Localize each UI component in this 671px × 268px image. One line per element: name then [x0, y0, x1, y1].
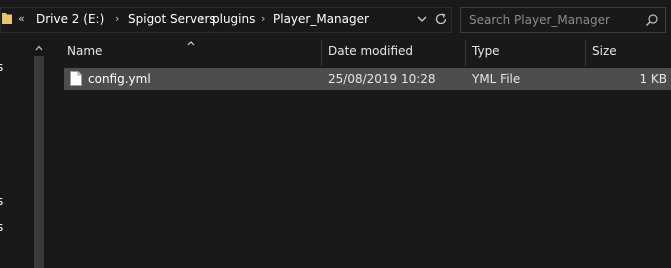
navigation-scrollbar[interactable] — [31, 40, 47, 268]
breadcrumb-player-manager[interactable]: Player_Manager — [273, 11, 369, 27]
search-box[interactable]: Search Player_Manager — [460, 7, 666, 33]
file-type: YML File — [472, 72, 521, 86]
refresh-icon[interactable] — [433, 11, 449, 27]
column-divider[interactable] — [321, 40, 322, 66]
search-icon — [646, 14, 658, 26]
breadcrumb-separator-icon[interactable]: › — [200, 11, 204, 27]
breadcrumb-drive[interactable]: Drive 2 (E:) — [36, 11, 104, 27]
nav-item-label[interactable]: s — [0, 220, 3, 234]
scrollbar-thumb[interactable] — [34, 56, 44, 268]
column-header-name[interactable]: Name — [67, 43, 102, 59]
nav-item-label[interactable]: s — [0, 60, 3, 74]
file-row-selected[interactable]: config.yml 25/08/2019 10:28 YML File 1 K… — [64, 68, 671, 90]
file-name[interactable]: config.yml — [88, 71, 151, 87]
breadcrumb-separator-icon[interactable]: › — [115, 11, 119, 27]
file-date-modified: 25/08/2019 10:28 — [328, 72, 436, 86]
scroll-up-arrow-icon[interactable] — [34, 43, 44, 53]
nav-item-label[interactable]: s — [0, 194, 3, 208]
column-divider[interactable] — [585, 40, 586, 66]
breadcrumb-plugins[interactable]: plugins — [212, 11, 255, 27]
chevron-down-icon[interactable] — [414, 11, 430, 27]
column-header-type[interactable]: Type — [472, 43, 500, 59]
file-icon — [70, 71, 82, 86]
file-list: Name Date modified Type Size config.yml … — [47, 40, 671, 268]
folder-icon — [2, 13, 12, 24]
column-header-row: Name Date modified Type Size — [47, 40, 671, 66]
column-divider[interactable] — [465, 40, 466, 66]
overflow-chevron-icon[interactable]: « — [18, 12, 25, 26]
column-header-date-modified[interactable]: Date modified — [328, 43, 413, 59]
sort-ascending-icon — [187, 41, 195, 46]
navigation-pane[interactable]: s s s — [0, 40, 31, 268]
address-toolbar: « Drive 2 (E:) › Spigot Servers › plugin… — [0, 0, 671, 40]
search-input[interactable]: Search Player_Manager — [469, 12, 610, 28]
column-header-size[interactable]: Size — [592, 43, 617, 59]
breadcrumb-separator-icon[interactable]: › — [261, 11, 265, 27]
file-size: 1 KB — [639, 72, 667, 86]
